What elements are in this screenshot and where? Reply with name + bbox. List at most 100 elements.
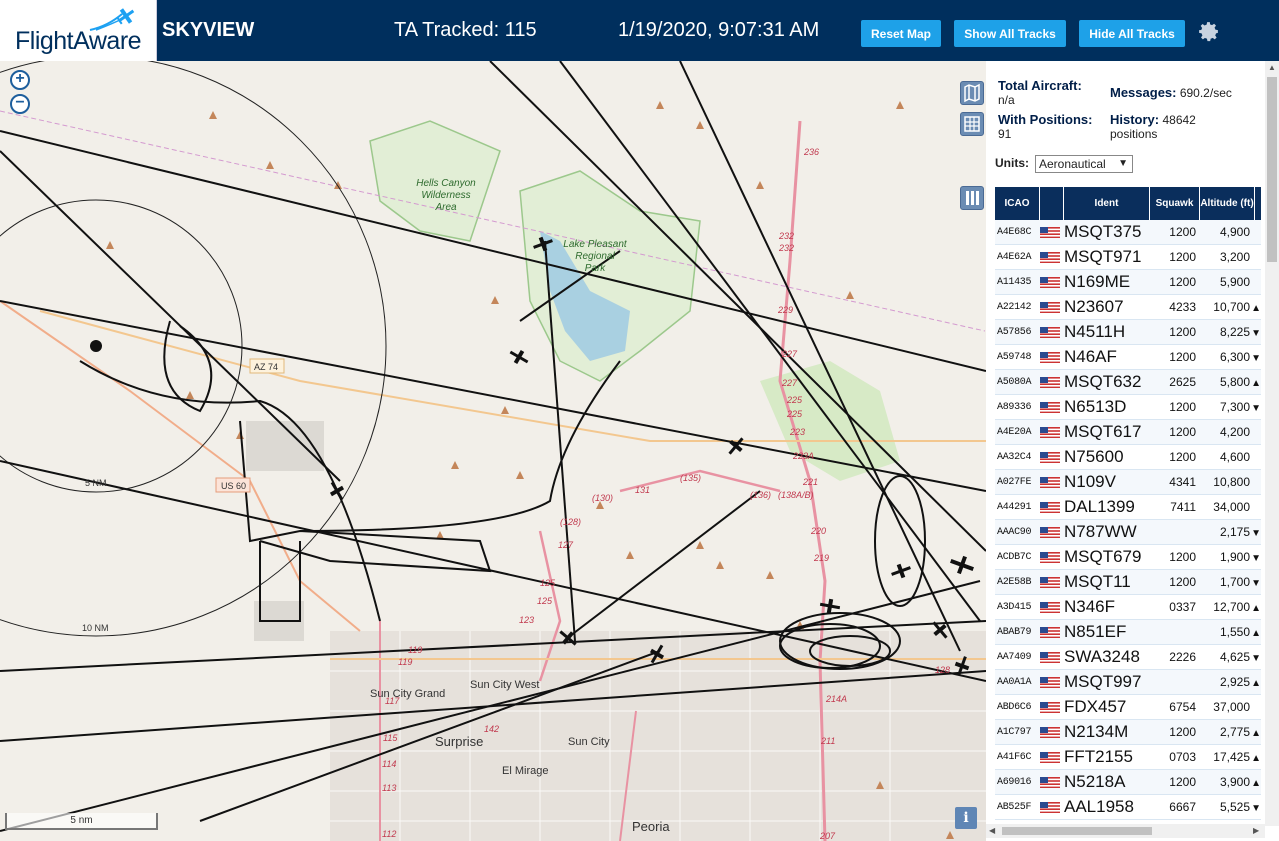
total-aircraft-value: n/a (998, 93, 1015, 107)
row-squawk: 2625 (1169, 375, 1196, 389)
row-icao: A41F6C (997, 751, 1032, 763)
aircraft-row[interactable]: A59748 N46AF 1200 6,300▼ (995, 345, 1261, 370)
show-all-tracks-button[interactable]: Show All Tracks (954, 20, 1066, 47)
row-icao: A44291 (997, 501, 1032, 513)
aircraft-row[interactable]: A44291 DAL1399 7411 34,000 (995, 495, 1261, 520)
aircraft-row[interactable]: A11435 N169ME 1200 5,900 (995, 270, 1261, 295)
aircraft-row[interactable]: A57856 N4511H 1200 8,225▼ (995, 320, 1261, 345)
aircraft-row[interactable]: AA0A1A MSQT997 2,925▲ (995, 670, 1261, 695)
row-altitude: 2,925▲ (1200, 675, 1261, 689)
svg-text:227: 227 (781, 349, 798, 359)
row-ident: N75600 (1064, 447, 1124, 466)
zoom-in-button[interactable]: + (10, 70, 30, 90)
row-squawk: 2226 (1169, 650, 1196, 664)
altitude-trend-icon: ▼ (1251, 328, 1261, 339)
col-squawk[interactable]: Squawk (1150, 187, 1200, 220)
row-ident: FDX457 (1064, 697, 1127, 716)
aircraft-row[interactable]: A89336 N6513D 1200 7,300▼ (995, 395, 1261, 420)
row-ident: MSQT632 (1064, 372, 1142, 391)
columns-icon[interactable] (960, 186, 984, 210)
row-squawk: 0337 (1169, 600, 1196, 614)
col-ident[interactable]: Ident (1064, 187, 1150, 220)
horizontal-scrollbar[interactable]: ◀ ▶ (986, 824, 1265, 838)
aircraft-row[interactable]: A2E58B MSQT11 1200 1,700▼ (995, 570, 1261, 595)
units-select[interactable]: Aeronautical ▼ (1035, 155, 1133, 173)
gear-icon[interactable] (1196, 19, 1221, 44)
row-icao: A57856 (997, 326, 1032, 338)
scroll-left-icon[interactable]: ◀ (989, 826, 995, 835)
horizontal-scroll-thumb[interactable] (1002, 827, 1152, 835)
scroll-right-icon[interactable]: ▶ (1253, 826, 1259, 835)
row-squawk: 1200 (1169, 775, 1196, 789)
row-icao: A69016 (997, 776, 1032, 788)
row-ident: N169ME (1064, 272, 1131, 291)
total-aircraft-label: Total Aircraft: (998, 78, 1082, 93)
map-layers-icon[interactable] (960, 81, 984, 105)
aircraft-row[interactable]: AB525F AAL1958 6667 5,525▼ (995, 795, 1261, 820)
row-ident: FFT2155 (1064, 747, 1133, 766)
row-ident: MSQT679 (1064, 547, 1142, 566)
row-altitude: 4,900 (1200, 225, 1261, 239)
aircraft-row[interactable]: AA7409 SWA3248 2226 4,625▼ (995, 645, 1261, 670)
us-flag-icon (1040, 751, 1064, 763)
aircraft-row[interactable]: AAAC90 N787WW 2,175▼ (995, 520, 1261, 545)
row-squawk: 7411 (1170, 500, 1196, 514)
svg-text:Hells Canyon: Hells Canyon (416, 178, 476, 189)
aircraft-table-body: A4E68C MSQT375 1200 4,900 A4E62A MSQT971… (995, 220, 1261, 820)
aircraft-row[interactable]: A41F6C FFT2155 0703 17,425▲ (995, 745, 1261, 770)
flightaware-logo[interactable]: FlightAware (0, 0, 157, 61)
messages-label: Messages: (1110, 85, 1177, 100)
aircraft-row[interactable]: A5080A MSQT632 2625 5,800▲ (995, 370, 1261, 395)
row-ident: N346F (1064, 597, 1116, 616)
vertical-scroll-thumb[interactable] (1267, 77, 1277, 262)
svg-text:207: 207 (819, 831, 836, 841)
with-positions-stat: With Positions: 91 (998, 112, 1093, 141)
aircraft-row[interactable]: A22142 N23607 4233 10,700▲ (995, 295, 1261, 320)
row-altitude-value: 3,200 (1219, 250, 1250, 264)
row-altitude-value: 4,900 (1219, 225, 1250, 239)
map-scale-bar: 5 nm (5, 813, 158, 830)
grid-icon[interactable] (960, 112, 984, 136)
us-flag-icon (1040, 576, 1064, 588)
map-canvas[interactable]: Hells Canyon Wilderness Area Lake Pleasa… (0, 61, 986, 841)
svg-text:119: 119 (398, 657, 412, 667)
us-flag-icon (1040, 626, 1064, 638)
scroll-up-icon[interactable]: ▲ (1268, 63, 1276, 72)
row-altitude: 3,200 (1200, 250, 1261, 264)
aircraft-row[interactable]: ABAB79 N851EF 1,550▲ (995, 620, 1261, 645)
aircraft-row[interactable]: A1C797 N2134M 1200 2,775▲ (995, 720, 1261, 745)
aircraft-row[interactable]: A69016 N5218A 1200 3,900▲ (995, 770, 1261, 795)
row-altitude-value: 1,900 (1219, 550, 1250, 564)
row-icao: A3D415 (997, 601, 1032, 613)
vertical-scrollbar[interactable]: ▲ (1265, 61, 1279, 826)
aircraft-row[interactable]: ABD6C6 FDX457 6754 37,000 (995, 695, 1261, 720)
col-altitude[interactable]: Altitude (ft) (1200, 187, 1255, 220)
svg-text:AZ 74: AZ 74 (254, 362, 278, 372)
zoom-out-button[interactable]: − (10, 94, 30, 114)
aircraft-row[interactable]: A4E20A MSQT617 1200 4,200 (995, 420, 1261, 445)
svg-text:Wilderness: Wilderness (421, 190, 470, 201)
aircraft-row[interactable]: AA32C4 N75600 1200 4,600 (995, 445, 1261, 470)
svg-text:El Mirage: El Mirage (502, 765, 548, 777)
us-flag-icon (1040, 301, 1064, 313)
aircraft-row[interactable]: A027FE N109V 4341 10,800 (995, 470, 1261, 495)
row-altitude: 17,425▲ (1200, 750, 1261, 764)
hide-all-tracks-button[interactable]: Hide All Tracks (1079, 20, 1185, 47)
altitude-trend-icon: ▼ (1251, 353, 1261, 364)
svg-text:Sun City: Sun City (568, 736, 610, 748)
aircraft-row[interactable]: A3D415 N346F 0337 12,700▲ (995, 595, 1261, 620)
altitude-trend-icon: ▼ (1251, 578, 1261, 589)
svg-text:5 NM: 5 NM (85, 478, 107, 488)
reset-map-button[interactable]: Reset Map (861, 20, 941, 47)
aircraft-row[interactable]: A4E68C MSQT375 1200 4,900 (995, 220, 1261, 245)
aircraft-row[interactable]: A4E62A MSQT971 1200 3,200 (995, 245, 1261, 270)
info-button[interactable]: i (955, 807, 977, 829)
row-altitude: 4,600 (1200, 450, 1261, 464)
us-flag-icon (1040, 651, 1064, 663)
col-icao[interactable]: ICAO (995, 187, 1040, 220)
col-flag[interactable] (1040, 187, 1064, 220)
map-view[interactable]: Hells Canyon Wilderness Area Lake Pleasa… (0, 61, 986, 841)
svg-text:US 60: US 60 (221, 481, 246, 491)
row-squawk: 1200 (1169, 225, 1196, 239)
aircraft-row[interactable]: ACDB7C MSQT679 1200 1,900▼ (995, 545, 1261, 570)
